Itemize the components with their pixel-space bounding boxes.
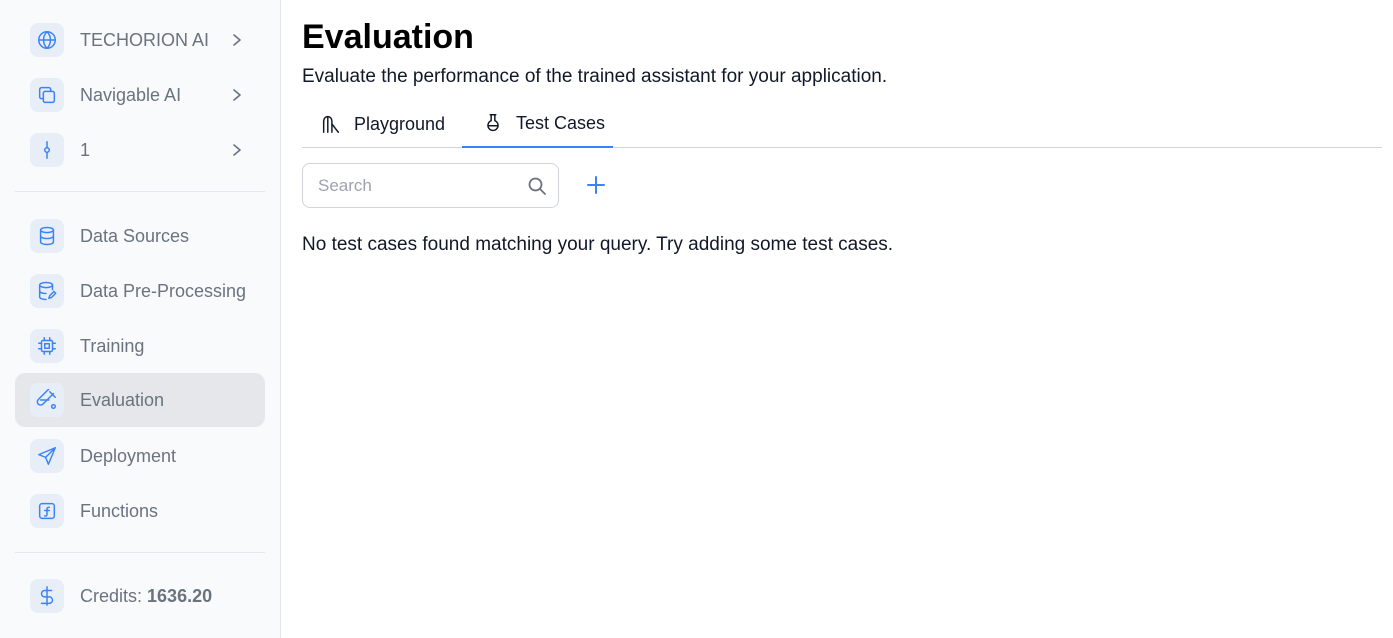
project-label: Navigable AI xyxy=(80,85,182,105)
sidebar-item-label: Deployment xyxy=(80,446,177,466)
tab-bar: Playground Test Cases xyxy=(302,100,1382,148)
database-icon xyxy=(30,219,64,253)
sidebar-item-training[interactable]: Training xyxy=(15,319,265,373)
search-icon[interactable] xyxy=(527,176,547,196)
flask-icon xyxy=(30,383,64,417)
chevron-right-icon xyxy=(230,30,244,50)
database-edit-icon xyxy=(30,274,64,308)
plus-icon xyxy=(586,175,606,195)
page-title: Evaluation xyxy=(302,18,474,56)
tab-test-cases[interactable]: Test Cases xyxy=(462,100,613,148)
chevron-right-icon xyxy=(230,140,244,160)
main-content: Evaluation Evaluate the performance of t… xyxy=(302,0,1382,638)
org-label: TECHORION AI xyxy=(80,30,210,50)
copy-icon xyxy=(30,78,64,112)
sidebar-item-label: Evaluation xyxy=(80,390,165,410)
credits-display: Credits: 1636.20 xyxy=(15,569,265,623)
sidebar-item-label: Training xyxy=(80,336,145,356)
credits-label: Credits: 1636.20 xyxy=(80,569,212,623)
send-icon xyxy=(30,439,64,473)
tab-label: Playground xyxy=(354,113,446,134)
sidebar-item-data-sources[interactable]: Data Sources xyxy=(15,209,265,263)
sidebar-item-evaluation[interactable]: Evaluation xyxy=(15,373,265,427)
credits-prefix: Credits: xyxy=(80,586,148,606)
sidebar-item-label: Data Pre-Processing xyxy=(80,281,247,301)
empty-state-message: No test cases found matching your query.… xyxy=(302,234,894,255)
sidebar-item-label: Data Sources xyxy=(80,226,190,246)
project-selector[interactable]: Navigable AI xyxy=(15,68,265,122)
sidebar-divider xyxy=(15,191,265,192)
function-icon xyxy=(30,494,64,528)
page-subtitle: Evaluate the performance of the trained … xyxy=(302,66,888,87)
sidebar-item-functions[interactable]: Functions xyxy=(15,484,265,538)
search-input[interactable] xyxy=(318,164,518,207)
sidebar-divider xyxy=(15,552,265,553)
dollar-icon xyxy=(30,579,64,613)
tab-label: Test Cases xyxy=(516,112,606,133)
add-test-case-button[interactable] xyxy=(584,173,608,197)
version-label: 1 xyxy=(80,140,91,160)
sidebar-item-data-pre-processing[interactable]: Data Pre-Processing xyxy=(15,264,265,318)
cpu-icon xyxy=(30,329,64,363)
chevron-right-icon xyxy=(230,85,244,105)
version-selector[interactable]: 1 xyxy=(15,123,265,177)
playground-icon xyxy=(320,113,342,135)
git-commit-icon xyxy=(30,133,64,167)
org-selector[interactable]: TECHORION AI xyxy=(15,13,265,67)
globe-icon xyxy=(30,23,64,57)
beaker-icon xyxy=(482,112,504,134)
tab-playground[interactable]: Playground xyxy=(302,100,462,148)
sidebar: TECHORION AI Navigable AI 1 Data Sources… xyxy=(0,0,281,638)
sidebar-item-deployment[interactable]: Deployment xyxy=(15,429,265,483)
credits-value: 1636.20 xyxy=(147,586,213,606)
search-box xyxy=(302,163,559,208)
sidebar-item-label: Functions xyxy=(80,501,159,521)
